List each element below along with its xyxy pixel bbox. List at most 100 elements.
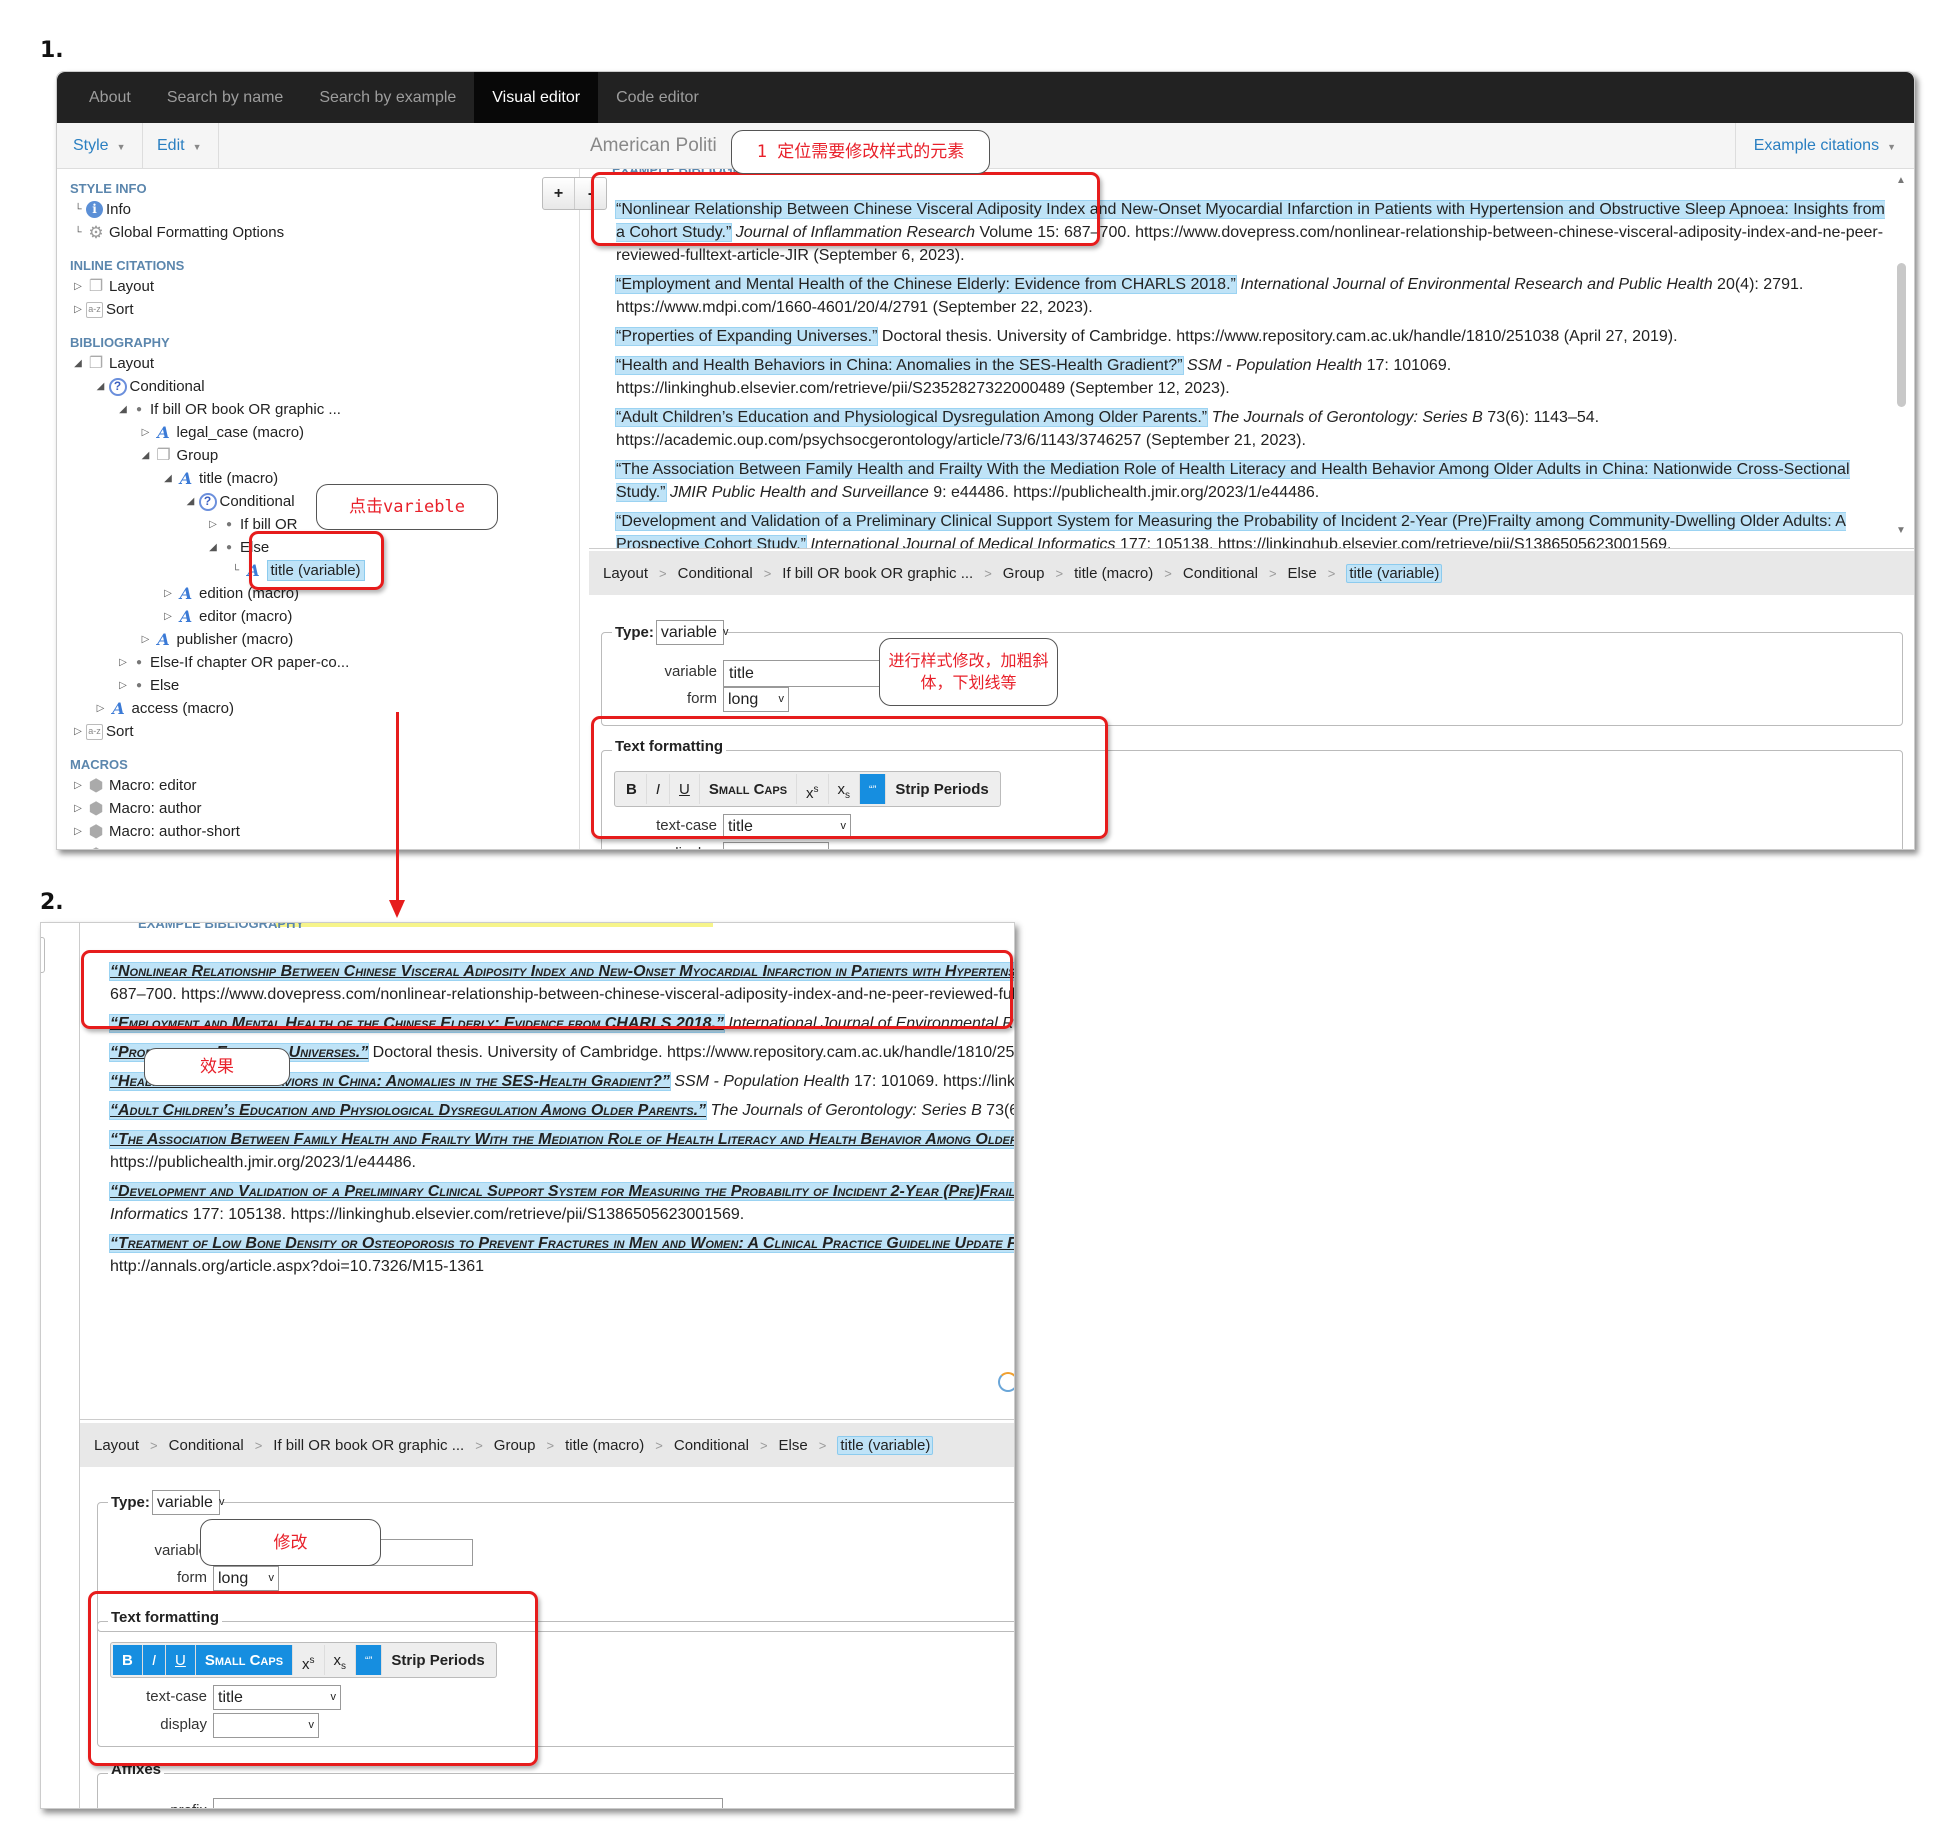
tree-item[interactable]: ▷ ⬢ Macro: author-short [70, 820, 579, 843]
form-select[interactable]: long v [213, 1566, 279, 1591]
breadcrumb-item[interactable]: If bill OR book OR graphic ... [782, 565, 973, 582]
layout-icon: ❐ [88, 278, 104, 295]
tree-item[interactable]: ▷ ● Else [70, 674, 579, 697]
variable-label: variable [154, 1542, 207, 1559]
nav-tab-search-by-example[interactable]: Search by example [301, 72, 474, 123]
macro-icon: A [157, 423, 170, 442]
collapsed-toggle-icon[interactable]: ▷ [70, 275, 86, 298]
breadcrumb-item[interactable]: Group [494, 1437, 536, 1454]
expanded-toggle-icon[interactable]: ◢ [160, 467, 176, 490]
entry-title[interactable]: “The Association Between Family Health a… [110, 1131, 1014, 1148]
tree-item[interactable]: ◢? Conditional [70, 375, 579, 398]
breadcrumb-item[interactable]: Else [779, 1437, 808, 1454]
tree-item[interactable]: ◢ ● If bill OR book OR graphic ... [70, 398, 579, 421]
tree-item[interactable]: ▷ ⬢ Macro: author [70, 797, 579, 820]
expand-button[interactable]: + [543, 178, 575, 209]
collapsed-toggle-icon[interactable]: ▷ [70, 797, 86, 820]
arrow-down-icon [389, 900, 405, 918]
tree-item[interactable]: ◢ ❐ Layout [70, 352, 579, 375]
expanded-toggle-icon[interactable]: ◢ [115, 398, 131, 421]
edit-menu-button[interactable]: Edit ▼ [141, 123, 219, 169]
tree-item[interactable]: ◢ ❐ Group [70, 444, 579, 467]
tree-item[interactable]: └ ⚙ Global Formatting Options [70, 221, 579, 244]
chevron-down-icon: v [722, 626, 729, 638]
breadcrumb-item[interactable]: title (macro) [565, 1437, 644, 1454]
tree-item[interactable]: ▷ ● Else-If chapter OR paper-co... [70, 651, 579, 674]
breadcrumb-item[interactable]: title (variable) [837, 1435, 934, 1455]
expanded-toggle-icon[interactable]: ◢ [93, 375, 109, 398]
bibliography-entry: “The Association Between Family Health a… [110, 1128, 1014, 1174]
scroll-down-icon[interactable]: ▼ [1896, 525, 1906, 536]
tree-item-label: If bill OR book OR graphic ... [150, 401, 341, 418]
tree-item[interactable]: ▷ ❐ Layout [70, 275, 579, 298]
collapsed-toggle-icon[interactable]: ▷ [160, 582, 176, 605]
prefix-input[interactable] [213, 1798, 723, 1808]
breadcrumb-item[interactable]: Layout [94, 1437, 139, 1454]
collapsed-toggle-icon[interactable]: ▷ [70, 820, 86, 843]
tree-item[interactable]: ▷ Alegal_case (macro) [70, 421, 579, 444]
nav-tab-code-editor[interactable]: Code editor [598, 72, 717, 123]
chevron-right-icon: > [759, 1437, 768, 1453]
tree-item[interactable]: ▷ Aaccess (macro) [70, 697, 579, 720]
breadcrumb-item[interactable]: Layout [603, 565, 648, 582]
pane-splitter[interactable] [41, 937, 45, 973]
breadcrumb-item[interactable]: title (variable) [1346, 563, 1443, 583]
nav-tab-visual-editor[interactable]: Visual editor [474, 72, 599, 123]
tree-item[interactable]: ▷ a-z Sort [70, 720, 579, 743]
collapsed-toggle-icon[interactable]: ▷ [160, 605, 176, 628]
collapsed-toggle-icon[interactable]: ▷ [205, 513, 221, 536]
entry-title[interactable]: “Development and Validation of a Prelimi… [110, 1183, 1014, 1200]
collapsed-toggle-icon[interactable]: ▷ [70, 720, 86, 743]
breadcrumb-item[interactable]: Conditional [1183, 565, 1258, 582]
entry-title[interactable]: “Adult Children’s Education and Physiolo… [616, 409, 1208, 426]
collapsed-toggle-icon[interactable]: ▷ [70, 843, 86, 849]
expanded-toggle-icon[interactable]: ◢ [138, 444, 154, 467]
entry-details: 17: 101069. https://linkinghub.elsevier.… [854, 1073, 1015, 1090]
collapsed-toggle-icon[interactable]: ▷ [115, 651, 131, 674]
expanded-toggle-icon[interactable]: ◢ [183, 490, 199, 513]
breadcrumb-item[interactable]: Conditional [678, 565, 753, 582]
tree-item[interactable]: ▷⬢Macro: access [70, 843, 579, 849]
select-value: variable [660, 624, 717, 641]
form-select[interactable]: long v [723, 687, 789, 712]
collapsed-toggle-icon[interactable]: ▷ [138, 421, 154, 444]
display-label: display [602, 845, 717, 849]
type-select[interactable]: variable v [151, 1490, 224, 1515]
example-citations-button[interactable]: Example citations ▼ [1734, 123, 1914, 169]
tree-item[interactable]: └ i Info [70, 198, 579, 221]
breadcrumb-item[interactable]: title (macro) [1074, 565, 1153, 582]
nav-tab-search-by-name[interactable]: Search by name [149, 72, 302, 123]
breadcrumb-item[interactable]: Else [1288, 565, 1317, 582]
collapsed-toggle-icon[interactable]: ▷ [115, 674, 131, 697]
entry-title[interactable]: “Health and Health Behaviors in China: A… [616, 357, 1183, 374]
breadcrumb-item[interactable]: Group [1003, 565, 1045, 582]
collapsed-toggle-icon[interactable]: ▷ [70, 298, 86, 321]
collapsed-toggle-icon[interactable]: ▷ [70, 774, 86, 797]
bibliography-entry: “Adult Children’s Education and Physiolo… [616, 406, 1886, 452]
entry-title[interactable]: “Employment and Mental Health of the Chi… [616, 276, 1236, 293]
expanded-toggle-icon[interactable]: ◢ [70, 352, 86, 375]
expanded-toggle-icon[interactable]: ◢ [205, 536, 221, 559]
breadcrumb-item[interactable]: Conditional [674, 1437, 749, 1454]
breadcrumb-item[interactable]: If bill OR book OR graphic ... [273, 1437, 464, 1454]
select-value: variable [156, 1494, 213, 1511]
entry-title[interactable]: “Properties of Expanding Universes.” [616, 328, 878, 345]
collapsed-toggle-icon[interactable]: ▷ [93, 697, 109, 720]
breadcrumb-item[interactable]: Conditional [169, 1437, 244, 1454]
annotation-highlight-tree-node [249, 531, 384, 590]
scrollbar-thumb[interactable] [1897, 263, 1906, 407]
variable-input[interactable]: title [723, 660, 883, 687]
tree-item[interactable]: ▷ Apublisher (macro) [70, 628, 579, 651]
tree-item[interactable]: ▷ Aeditor (macro) [70, 605, 579, 628]
tree-item[interactable]: ▷ a-z Sort [70, 298, 579, 321]
type-select[interactable]: variable v [655, 620, 728, 645]
display-select[interactable]: v [723, 842, 829, 849]
nav-tab-about[interactable]: About [71, 72, 149, 123]
collapsed-toggle-icon[interactable]: ▷ [138, 628, 154, 651]
style-menu-button[interactable]: Style ▼ [57, 123, 143, 169]
entry-title[interactable]: “Treatment of Low Bone Density or Osteop… [110, 1235, 1014, 1252]
entry-title[interactable]: “Adult Children’s Education and Physiolo… [110, 1102, 707, 1119]
scroll-up-icon[interactable]: ▲ [1896, 175, 1906, 186]
scrollbar[interactable]: ▲ ▼ [1895, 169, 1907, 548]
tree-item[interactable]: ▷ ⬢ Macro: editor [70, 774, 579, 797]
